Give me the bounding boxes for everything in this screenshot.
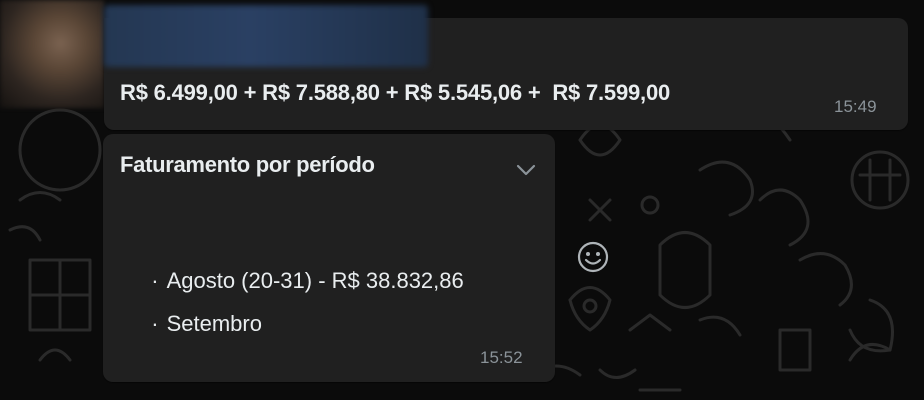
message-timestamp: 15:49 [834,97,877,116]
list-item: · Setembro [139,285,262,337]
emoji-icon[interactable] [576,240,610,274]
list-item-text: Setembro [166,311,262,336]
message-timestamp: 15:52 [480,348,523,367]
sender-name-redacted [104,5,428,67]
chevron-down-icon[interactable] [514,160,538,180]
message-text: R$ 6.499,00 + R$ 7.588,80 + R$ 5.545,06 … [120,80,671,105]
message-title: Faturamento por período [120,152,375,177]
avatar[interactable] [0,0,104,108]
list-bullet: · [151,311,159,336]
